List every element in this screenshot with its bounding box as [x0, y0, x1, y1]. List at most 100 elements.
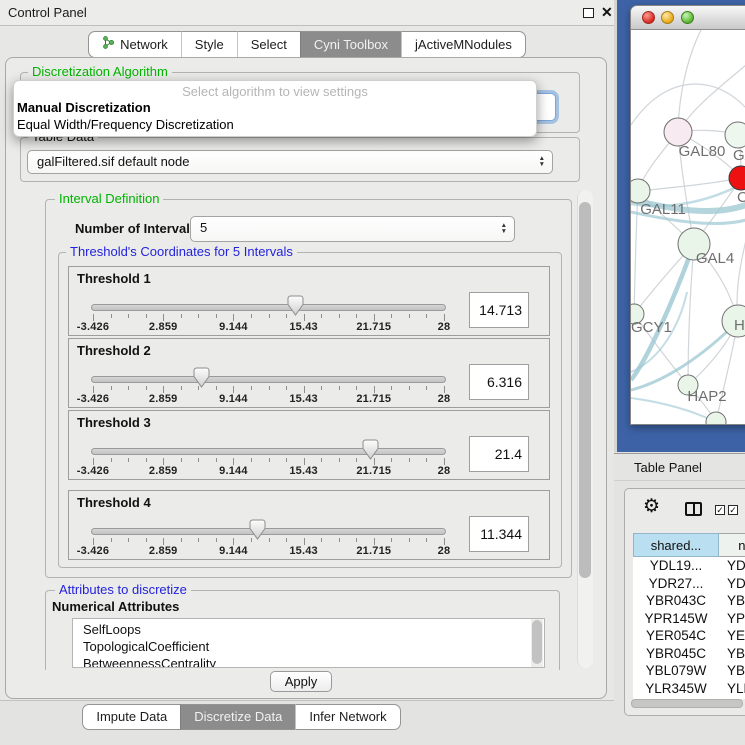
slider-track[interactable]: [91, 304, 446, 311]
node-gal-right[interactable]: [725, 122, 745, 148]
slider-thumb[interactable]: [249, 519, 266, 543]
table-cell: YLR3: [719, 680, 745, 698]
gear-icon[interactable]: ⚙: [643, 495, 660, 518]
threshold-value-input[interactable]: 14.713: [469, 292, 529, 328]
tab-network[interactable]: Network: [88, 31, 181, 58]
attribute-item-selfloops[interactable]: SelfLoops: [83, 621, 544, 638]
threshold-label: Threshold 4: [77, 495, 151, 510]
attributes-scrollbar-thumb[interactable]: [532, 620, 542, 664]
table-panel-card: ⚙ ✓ ✓ shared...na YDL19...YDL1YDR27...YD…: [624, 488, 745, 716]
threshold-value-input[interactable]: 6.316: [469, 364, 529, 400]
checkboxes-icon[interactable]: ✓ ✓: [715, 505, 738, 515]
table-cell: YPR145W: [633, 610, 719, 628]
slider-track[interactable]: [91, 376, 446, 383]
table-row[interactable]: YDL19...YDL1: [633, 557, 745, 575]
top-tab-bar: Network StyleSelectCyni ToolboxjActiveMNo…: [0, 31, 614, 58]
slider-thumb[interactable]: [193, 367, 210, 391]
table-data-combobox[interactable]: galFiltered.sif default node ▲▼: [27, 150, 553, 174]
table-data-combobox-value: galFiltered.sif default node: [37, 154, 189, 169]
algorithm-option-equal-width-frequency-discretization[interactable]: Equal Width/Frequency Discretization: [17, 117, 234, 132]
table-row[interactable]: YDR27...YDR2: [633, 575, 745, 593]
threshold-value-input[interactable]: 11.344: [469, 516, 529, 552]
discretization-algorithm-title: Discretization Algorithm: [28, 65, 172, 79]
node-bottom-node[interactable]: [706, 412, 726, 425]
apply-button[interactable]: Apply: [270, 671, 332, 692]
column-split-icon[interactable]: [685, 502, 702, 516]
slider-tick-label: 2.859: [149, 465, 178, 477]
network-canvas[interactable]: GAL80GACGAL11GAL4GCY1HHAP2: [631, 30, 745, 425]
slider-tick: [251, 386, 252, 390]
slider-tick: [409, 458, 410, 462]
table-row[interactable]: YLR345WYLR3: [633, 680, 745, 698]
close-traffic-light-icon[interactable]: [642, 11, 655, 24]
thresholds-title: Threshold's Coordinates for 5 Intervals: [66, 245, 297, 259]
slider-tick: [321, 538, 322, 542]
threshold-value-input[interactable]: 21.4: [469, 436, 529, 472]
threshold-label: Threshold 2: [77, 343, 151, 358]
settings-scrollbar-thumb[interactable]: [579, 202, 591, 578]
slider-tick: [233, 458, 234, 465]
table-row[interactable]: YPR145WYPR1: [633, 610, 745, 628]
slider-thumb[interactable]: [287, 295, 304, 319]
close-icon[interactable]: ✕: [601, 4, 613, 21]
tab-label: Infer Network: [309, 709, 386, 724]
slider-tick-label: 28: [438, 465, 451, 477]
tab-impute-data[interactable]: Impute Data: [82, 704, 180, 730]
number-of-intervals-combobox[interactable]: 5 ▲▼: [190, 216, 515, 242]
node-red-node[interactable]: [729, 166, 745, 190]
table-rows: YDL19...YDL1YDR27...YDR2YBR043CYBR0YPR14…: [633, 557, 745, 699]
slider-tick: [128, 538, 129, 542]
slider-tick: [93, 314, 94, 321]
slider-tick: [269, 458, 270, 462]
node-gal80[interactable]: [664, 118, 692, 146]
table-row[interactable]: YER054CYER0: [633, 627, 745, 645]
slider-track[interactable]: [91, 448, 446, 455]
tab-select[interactable]: Select: [237, 31, 300, 58]
table-row[interactable]: YBL079WYBL0: [633, 662, 745, 680]
tab-infer-network[interactable]: Infer Network: [295, 704, 400, 730]
tab-discretize-data[interactable]: Discretize Data: [180, 704, 295, 730]
screen: { "icons": {"close": "✕", "gear": "⚙", "…: [0, 0, 745, 745]
tab-cyni-toolbox[interactable]: Cyni Toolbox: [300, 31, 401, 58]
algorithm-option-manual-discretization[interactable]: Manual Discretization: [17, 100, 151, 115]
slider-tick: [198, 538, 199, 542]
node-label-gal4: GAL4: [696, 250, 734, 267]
table-row[interactable]: YBR045CYBR0: [633, 645, 745, 663]
table-cell: YBR0: [719, 645, 745, 663]
checkbox-icon: ✓: [715, 505, 725, 515]
tab-label: Network: [120, 37, 168, 52]
node-label-gal80: GAL80: [679, 143, 726, 160]
attribute-item-betweennesscentrality[interactable]: BetweennessCentrality: [83, 655, 544, 668]
slider-track[interactable]: [91, 528, 446, 535]
zoom-traffic-light-icon[interactable]: [681, 11, 694, 24]
column-header-shared-name[interactable]: shared...: [633, 533, 719, 557]
numerical-attributes-list[interactable]: SelfLoopsTopologicalCoefficientBetweenne…: [72, 618, 545, 668]
table-cell: YBR043C: [633, 592, 719, 610]
slider-tick-label: 21.715: [356, 545, 391, 557]
tab-jactivemnodules[interactable]: jActiveMNodules: [401, 31, 526, 58]
slider-tick: [391, 538, 392, 542]
slider-thumb[interactable]: [362, 439, 379, 463]
slider-tick: [374, 386, 375, 393]
table-hscrollbar-thumb[interactable]: [631, 699, 743, 708]
tab-style[interactable]: Style: [181, 31, 237, 58]
network-window-titlebar[interactable]: [631, 6, 745, 30]
float-window-icon[interactable]: [583, 8, 594, 18]
algorithm-dropdown-popup: Select algorithm to view settings Manual…: [13, 80, 537, 137]
slider-tick-label: 9.144: [219, 393, 248, 405]
slider-tick: [444, 538, 445, 545]
slider-tick-label: 2.859: [149, 393, 178, 405]
column-header-name[interactable]: na: [719, 533, 745, 557]
slider-tick: [304, 458, 305, 465]
node-gal11[interactable]: [631, 179, 650, 203]
attribute-item-topologicalcoefficient[interactable]: TopologicalCoefficient: [83, 638, 544, 655]
bottom-tab-bar: Impute DataDiscretize Data Infer Network: [0, 704, 483, 730]
slider-tick: [111, 538, 112, 542]
slider-tick: [233, 386, 234, 393]
table-panel-title: Table Panel: [634, 454, 702, 481]
minimize-traffic-light-icon[interactable]: [661, 11, 674, 24]
table-row[interactable]: YBR043CYBR0: [633, 592, 745, 610]
panel-title: Control Panel: [8, 0, 87, 25]
network-view-window: GAL80GACGAL11GAL4GCY1HHAP2: [630, 5, 745, 425]
slider-tick: [356, 314, 357, 318]
